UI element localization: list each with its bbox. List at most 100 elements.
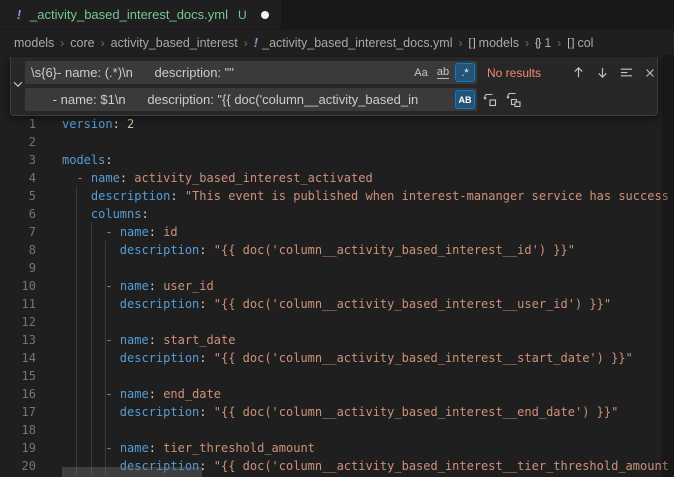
breadcrumb-item[interactable]: models [14,36,54,50]
symbol-array-icon: [ ] [469,37,475,49]
find-input-wrap: Aa ab .* [25,61,477,84]
code-line[interactable]: 1version: 2 [0,115,674,133]
tab-filename: _activity_based_interest_docs.yml [30,7,228,22]
line-number[interactable]: 8 [0,241,36,259]
arrow-up-icon [571,65,586,80]
line-number[interactable]: 11 [0,295,36,313]
code-text: - name: user_id [36,277,214,295]
replace-input-wrap: AB [25,88,477,111]
unsaved-dot-icon[interactable] [261,11,269,19]
line-number[interactable]: 20 [0,457,36,475]
previous-match-button[interactable] [567,62,589,84]
code-line[interactable]: 5 description: "This event is published … [0,187,674,205]
breadcrumb-item[interactable]: activity_based_interest [111,36,238,50]
code-line[interactable]: 4 - name: activity_based_interest_activa… [0,169,674,187]
breadcrumb-item[interactable]: [ ] models [469,36,519,50]
breadcrumb-separator: › [101,36,105,50]
code-line[interactable]: 7 - name: id [0,223,674,241]
match-case-button[interactable]: Aa [411,63,431,82]
vscode-window: ! _activity_based_interest_docs.yml U mo… [0,0,674,477]
code-line[interactable]: 14 description: "{{ doc('column__activit… [0,349,674,367]
line-number[interactable]: 7 [0,223,36,241]
toggle-replace-button[interactable] [11,61,25,111]
code-line[interactable]: 10 - name: user_id [0,277,674,295]
next-match-button[interactable] [591,62,613,84]
selection-lines-icon [619,65,634,80]
replace-all-button[interactable] [503,89,525,111]
line-number[interactable]: 3 [0,151,36,169]
code-line[interactable]: 17 description: "{{ doc('column__activit… [0,403,674,421]
breadcrumb-item[interactable]: [ ]col [567,36,593,50]
line-number[interactable]: 5 [0,187,36,205]
whole-word-button[interactable]: ab [433,63,453,82]
breadcrumb-separator: › [525,36,529,50]
line-number[interactable]: 13 [0,331,36,349]
code-text [36,421,62,439]
find-row: Aa ab .* No results [25,61,661,84]
git-status-badge: U [238,8,247,22]
preserve-case-button[interactable]: AB [455,90,475,109]
breadcrumb-label: core [70,36,94,50]
breadcrumb-item[interactable]: core [70,36,94,50]
code-text: description: "{{ doc('column__activity_b… [36,241,575,259]
breadcrumb-label: activity_based_interest [111,36,238,50]
replace-all-icon [506,92,522,108]
code-text [36,313,62,331]
symbol-object-icon: {} [535,37,540,49]
code-line[interactable]: 9 [0,259,674,277]
line-number[interactable]: 2 [0,133,36,151]
breadcrumb[interactable]: models › core › activity_based_interest › !_ac… [0,30,674,55]
arrow-down-icon [595,65,610,80]
breadcrumb-label: _activity_based_interest_docs.yml [262,36,452,50]
code-line[interactable]: 16 - name: end_date [0,385,674,403]
find-input[interactable] [31,61,409,84]
code-line[interactable]: 13 - name: start_date [0,331,674,349]
code-line[interactable]: 8 description: "{{ doc('column__activity… [0,241,674,259]
find-in-selection-button[interactable] [615,62,637,84]
breadcrumb-item[interactable]: !_activity_based_interest_docs.yml [254,35,453,50]
editor[interactable]: 1version: 223models:4 - name: activity_b… [0,55,674,477]
code-text: columns: [36,205,149,223]
line-number[interactable]: 6 [0,205,36,223]
code-text: description: "{{ doc('column__activity_b… [36,349,633,367]
line-number[interactable]: 4 [0,169,36,187]
results-count: No results [487,66,565,80]
line-number[interactable]: 15 [0,367,36,385]
code-text: version: 2 [36,115,134,133]
breadcrumb-item[interactable]: {}1 [535,36,551,50]
line-number[interactable]: 12 [0,313,36,331]
code-text: - name: end_date [36,385,221,403]
line-number[interactable]: 16 [0,385,36,403]
line-number[interactable]: 19 [0,439,36,457]
breadcrumb-label: models [479,36,519,50]
regex-button[interactable]: .* [455,63,475,82]
code-text: - name: activity_based_interest_activate… [36,169,373,187]
close-find-button[interactable] [639,62,661,84]
line-number[interactable]: 18 [0,421,36,439]
tab-activity-based-interest-docs[interactable]: ! _activity_based_interest_docs.yml U [0,0,282,29]
code-line[interactable]: 15 [0,367,674,385]
code-line[interactable]: 2 [0,133,674,151]
code-line[interactable]: 18 [0,421,674,439]
line-number[interactable]: 1 [0,115,36,133]
code-text [36,259,62,277]
code-text [36,367,62,385]
line-number[interactable]: 10 [0,277,36,295]
line-number[interactable]: 17 [0,403,36,421]
horizontal-scrollbar-thumb[interactable] [62,467,202,477]
replace-input[interactable] [31,88,453,111]
code-line[interactable]: 12 [0,313,674,331]
line-number[interactable]: 9 [0,259,36,277]
line-number[interactable]: 14 [0,349,36,367]
code-text: description: "{{ doc('column__activity_b… [36,403,618,421]
yaml-file-icon: ! [14,7,24,22]
vertical-scrollbar-track[interactable] [662,55,674,477]
code-line[interactable]: 6 columns: [0,205,674,223]
replace-button[interactable] [479,89,501,111]
breadcrumb-separator: › [60,36,64,50]
code-line[interactable]: 3models: [0,151,674,169]
chevron-down-icon [11,77,25,96]
code-line[interactable]: 19 - name: tier_threshold_amount [0,439,674,457]
find-replace-widget: Aa ab .* No results [10,57,658,116]
code-line[interactable]: 11 description: "{{ doc('column__activit… [0,295,674,313]
